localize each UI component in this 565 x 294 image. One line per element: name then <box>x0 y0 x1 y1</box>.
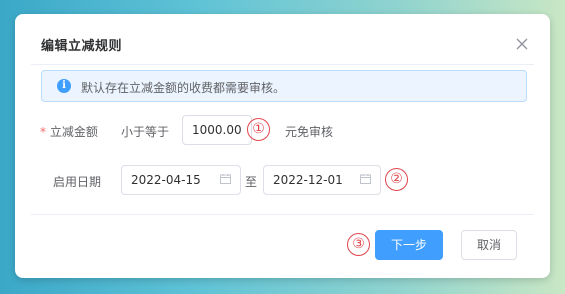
annotation-marker-3: ③ <box>347 233 370 256</box>
amount-label-text: 立减金额 <box>49 125 98 139</box>
required-mark: * <box>40 125 46 139</box>
calendar-icon <box>360 174 371 184</box>
date-separator: 至 <box>245 175 258 189</box>
cancel-button[interactable]: 取消 <box>461 230 517 260</box>
calendar-icon <box>220 174 231 184</box>
footer-divider <box>31 214 534 215</box>
next-step-button[interactable]: 下一步 <box>375 230 443 260</box>
end-date-value: 2022-12-01 <box>273 173 343 187</box>
header-divider <box>31 64 534 65</box>
info-alert: i 默认存在立减金额的收费都需要审核。 <box>41 70 527 102</box>
amount-input[interactable]: 1000.00 <box>182 115 252 145</box>
dialog-title: 编辑立减规则 <box>41 39 123 54</box>
amount-prefix: 小于等于 <box>121 125 170 139</box>
end-date-input[interactable]: 2022-12-01 <box>263 165 381 195</box>
start-date-value: 2022-04-15 <box>131 173 201 187</box>
info-icon: i <box>57 79 71 93</box>
alert-text: 默认存在立减金额的收费都需要审核。 <box>81 81 286 95</box>
annotation-marker-1: ① <box>247 118 270 141</box>
close-icon[interactable] <box>514 36 530 52</box>
date-label: 启用日期 <box>53 175 102 189</box>
annotation-marker-2: ② <box>385 168 408 191</box>
start-date-input[interactable]: 2022-04-15 <box>121 165 241 195</box>
amount-suffix: 元免审核 <box>285 125 334 139</box>
amount-label: * 立减金额 <box>40 123 98 140</box>
edit-discount-rule-dialog: 编辑立减规则 i 默认存在立减金额的收费都需要审核。 * 立减金额 小于等于 1… <box>15 14 550 278</box>
